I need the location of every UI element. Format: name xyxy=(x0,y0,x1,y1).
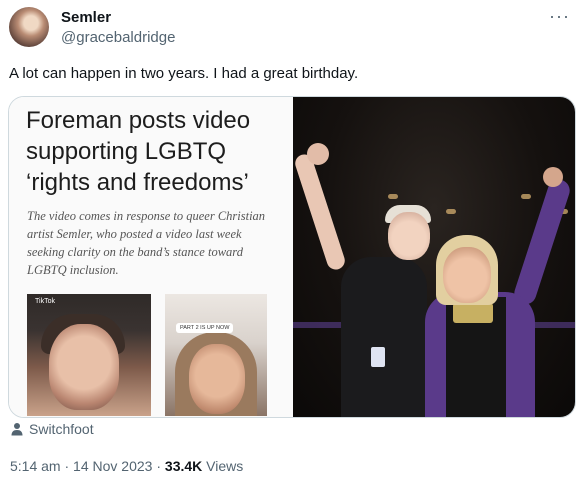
tiktok-label: TikTok xyxy=(35,298,55,305)
avatar[interactable] xyxy=(9,7,49,47)
tweet-meta: 5:14 am · 14 Nov 2023 · 33.4K Views xyxy=(10,458,244,474)
tagged-user[interactable]: Switchfoot xyxy=(10,421,94,437)
concert-photo[interactable] xyxy=(293,97,575,417)
author-name[interactable]: Semler xyxy=(61,9,111,26)
tweet-text: A lot can happen in two years. I had a g… xyxy=(9,65,359,82)
person-icon xyxy=(11,423,23,436)
article-headline: Foreman posts video supporting LGBTQ ‘ri… xyxy=(26,107,251,196)
tweet-date[interactable]: 14 Nov 2023 xyxy=(73,458,152,474)
media-grid[interactable]: Foreman posts video supporting LGBTQ ‘ri… xyxy=(8,96,576,418)
video-thumbnail-right: PART 2 IS UP NOW xyxy=(165,294,267,416)
article-screenshot[interactable]: Foreman posts video supporting LGBTQ ‘ri… xyxy=(9,97,293,417)
more-icon[interactable]: ··· xyxy=(549,6,570,27)
tagged-user-name: Switchfoot xyxy=(29,421,94,437)
tweet-time[interactable]: 5:14 am xyxy=(10,458,61,474)
views-count: 33.4K xyxy=(164,458,203,474)
article-subtext: The video comes in response to queer Chr… xyxy=(27,209,266,277)
thumbnail-caption: PART 2 IS UP NOW xyxy=(176,323,234,333)
video-thumbnail-left: TikTok xyxy=(27,294,151,416)
views-label: Views xyxy=(202,458,244,474)
author-handle[interactable]: @gracebaldridge xyxy=(61,29,175,46)
